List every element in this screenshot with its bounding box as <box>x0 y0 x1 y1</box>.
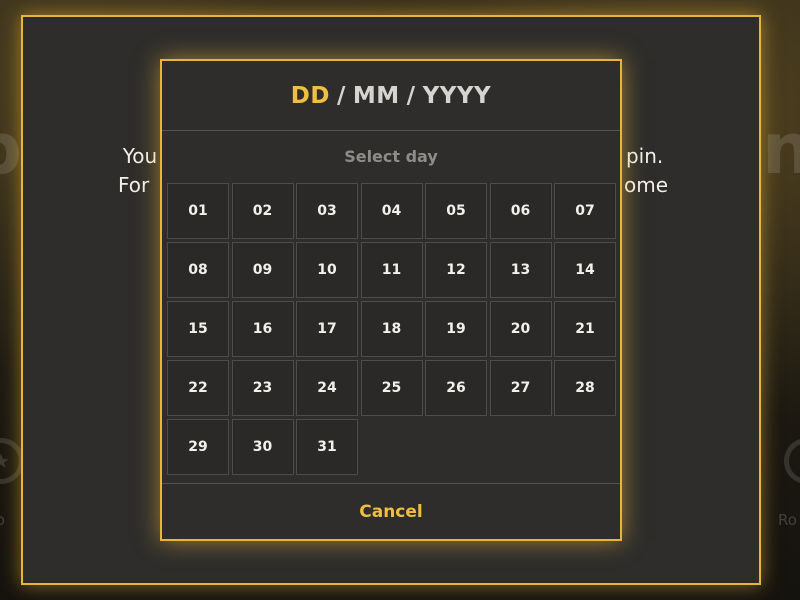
day-button[interactable]: 02 <box>231 183 294 239</box>
background-label-left: Ro <box>0 511 5 529</box>
day-button[interactable]: 14 <box>554 242 616 298</box>
day-button[interactable]: 17 <box>296 301 358 357</box>
day-button[interactable]: 13 <box>489 242 552 298</box>
modal-message-line-2-end: ome <box>623 173 668 197</box>
cancel-button[interactable]: Cancel <box>353 501 428 523</box>
date-separator: / <box>406 82 416 109</box>
date-format-header: DD / MM / YYYY <box>162 61 620 131</box>
day-segment[interactable]: DD <box>291 83 330 109</box>
day-button[interactable]: 27 <box>489 360 552 416</box>
day-button[interactable]: 18 <box>360 301 423 357</box>
day-button[interactable]: 11 <box>360 242 423 298</box>
day-button[interactable]: 29 <box>167 419 229 475</box>
modal-message-line-2-start: For <box>118 173 150 197</box>
picker-footer: Cancel <box>162 483 620 539</box>
day-button[interactable]: 19 <box>425 301 487 357</box>
day-button[interactable]: 12 <box>425 242 487 298</box>
day-button[interactable]: 23 <box>231 360 294 416</box>
day-button[interactable]: 28 <box>554 360 616 416</box>
day-button[interactable]: 21 <box>554 301 616 357</box>
month-segment[interactable]: MM <box>353 83 400 109</box>
day-button[interactable]: 25 <box>360 360 423 416</box>
day-button[interactable]: 16 <box>231 301 294 357</box>
date-picker-dialog: DD / MM / YYYY Select day 01 02 03 04 05 06 07… <box>160 59 622 541</box>
day-button[interactable]: 30 <box>231 419 294 475</box>
day-button[interactable]: 04 <box>360 183 423 239</box>
day-grid: 01 02 03 04 05 06 07 08 09 10 11 12 13 14 15 16 17 18 19 20… <box>167 183 619 475</box>
day-button[interactable]: 15 <box>167 301 229 357</box>
day-button[interactable]: 24 <box>296 360 358 416</box>
modal-message-line-1-start: You <box>122 144 158 168</box>
day-button[interactable]: 09 <box>231 242 294 298</box>
date-separator: / <box>336 82 346 109</box>
modal-message-line-1-end: pin. <box>625 144 664 168</box>
day-button[interactable]: 03 <box>296 183 358 239</box>
year-segment[interactable]: YYYY <box>423 83 492 109</box>
day-button[interactable]: 31 <box>296 419 358 475</box>
day-button[interactable]: 10 <box>296 242 358 298</box>
background-title-right: ns <box>762 108 800 190</box>
day-button[interactable]: 26 <box>425 360 487 416</box>
background-label-right: Ro <box>778 511 797 529</box>
star-icon: ★ <box>784 438 800 484</box>
day-button[interactable]: 08 <box>167 242 229 298</box>
background-title-left: p <box>0 108 22 190</box>
select-day-label: Select day <box>344 146 438 166</box>
day-button[interactable]: 20 <box>489 301 552 357</box>
day-button[interactable]: 07 <box>554 183 616 239</box>
day-button[interactable]: 01 <box>167 183 229 239</box>
day-button[interactable]: 05 <box>425 183 487 239</box>
day-button[interactable]: 22 <box>167 360 229 416</box>
day-button[interactable]: 06 <box>489 183 552 239</box>
